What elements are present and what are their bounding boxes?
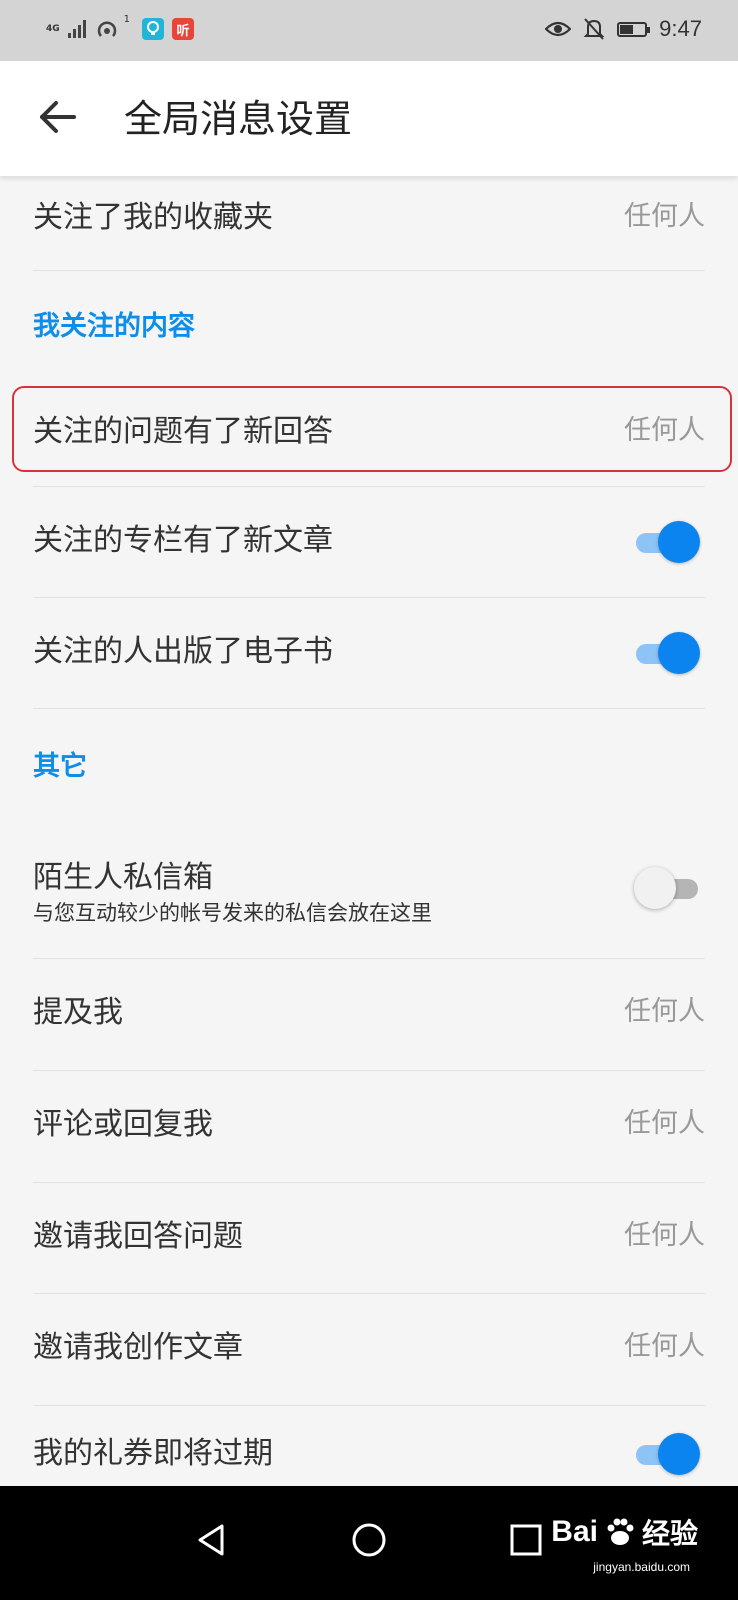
toggle-thumb [658, 521, 700, 563]
toggle-switch[interactable] [634, 631, 700, 675]
setting-value: 任何人 [624, 996, 705, 1027]
battery-icon [617, 21, 651, 37]
status-bar-left: 4G 1 听 [46, 12, 195, 46]
setting-row-invite-answer[interactable]: 邀请我回答问题 任何人 [0, 1183, 738, 1294]
setting-label: 关注的人出版了电子书 [33, 634, 333, 669]
setting-label: 评论或回复我 [33, 1107, 213, 1142]
section-title-my-follows: 我关注的内容 [33, 311, 195, 342]
clock: 9:47 [659, 16, 702, 41]
toggle-thumb [658, 1433, 700, 1475]
setting-row-followed-column-article[interactable]: 关注的专栏有了新文章 [0, 487, 738, 597]
toggle-switch[interactable] [634, 866, 700, 910]
watermark-brand: Bai [551, 1515, 598, 1548]
setting-label: 关注了我的收藏夹 [33, 200, 273, 235]
setting-label: 邀请我回答问题 [33, 1219, 243, 1254]
network-label: 4G [46, 23, 60, 34]
setting-row-comment-reply[interactable]: 评论或回复我 任何人 [0, 1071, 738, 1182]
divider [33, 708, 705, 709]
toggle-thumb [634, 867, 676, 909]
setting-label: 提及我 [33, 995, 123, 1030]
setting-row-invite-article[interactable]: 邀请我创作文章 任何人 [0, 1294, 738, 1405]
baidu-paw-icon [607, 1518, 634, 1545]
setting-label: 邀请我创作文章 [33, 1330, 243, 1365]
lightbulb-app-icon [142, 18, 165, 40]
section-title-other: 其它 [33, 751, 87, 782]
navigation-bar: Bai 经验 jingyan.baidu.com [0, 1486, 738, 1600]
setting-value: 任何人 [624, 1108, 705, 1139]
setting-value: 任何人 [624, 201, 705, 232]
highlight-box [12, 386, 732, 472]
back-arrow-icon[interactable] [36, 95, 80, 139]
setting-row-mention-me[interactable]: 提及我 任何人 [0, 959, 738, 1070]
nav-back-icon[interactable] [192, 1520, 232, 1560]
setting-label: 关注的专栏有了新文章 [33, 523, 333, 558]
setting-value: 任何人 [624, 1220, 705, 1251]
nav-home-icon[interactable] [349, 1520, 389, 1560]
status-bar-right: 9:47 [545, 12, 702, 46]
watermark-text: 经验 [641, 1517, 698, 1550]
eye-icon [545, 21, 572, 37]
network-type: 4G [46, 23, 60, 34]
watermark-url: jingyan.baidu.com [593, 1560, 690, 1574]
status-bar: 4G 1 听 9:47 [0, 0, 738, 61]
setting-row-stranger-inbox[interactable]: 陌生人私信箱 与您互动较少的帐号发来的私信会放在这里 [0, 836, 738, 958]
hotspot-count: 1 [123, 13, 131, 25]
setting-value: 任何人 [624, 1331, 705, 1362]
listen-app-icon: 听 [172, 18, 195, 40]
setting-description: 与您互动较少的帐号发来的私信会放在这里 [33, 901, 432, 925]
app-bar: 全局消息设置 [0, 61, 738, 176]
setting-row-followed-person-ebook[interactable]: 关注的人出版了电子书 [0, 598, 738, 708]
setting-row-favorites-followed[interactable]: 关注了我的收藏夹 任何人 [0, 176, 738, 271]
signal-icon [67, 20, 86, 38]
setting-label: 我的礼券即将过期 [33, 1436, 273, 1471]
setting-label: 陌生人私信箱 [33, 860, 213, 895]
page-title: 全局消息设置 [124, 97, 353, 141]
toggle-switch[interactable] [634, 1432, 700, 1476]
bell-off-icon [583, 18, 605, 40]
baidu-watermark: Bai 经验 [551, 1512, 698, 1552]
hotspot-icon [97, 21, 116, 37]
toggle-thumb [658, 632, 700, 674]
setting-row-coupon-expiring[interactable]: 我的礼券即将过期 [0, 1406, 738, 1486]
listen-app-icon-text: 听 [176, 23, 190, 39]
nav-recents-icon[interactable] [506, 1520, 546, 1560]
toggle-switch[interactable] [634, 520, 700, 564]
divider [33, 270, 705, 271]
